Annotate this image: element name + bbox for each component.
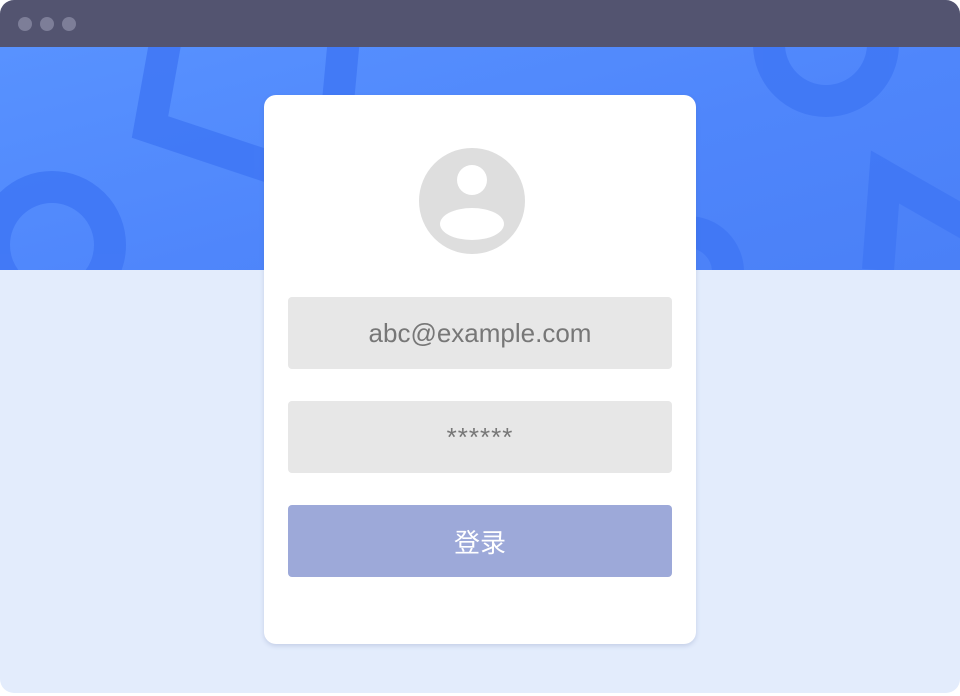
password-input[interactable] [288,401,672,473]
window-maximize-dot[interactable] [62,17,76,31]
email-input[interactable] [288,297,672,369]
login-button[interactable]: 登录 [288,505,672,577]
window-titlebar [0,0,960,47]
window-close-dot[interactable] [18,17,32,31]
browser-window: 登录 [0,0,960,693]
user-avatar-icon [419,148,525,254]
login-card: 登录 [264,95,696,644]
window-minimize-dot[interactable] [40,17,54,31]
